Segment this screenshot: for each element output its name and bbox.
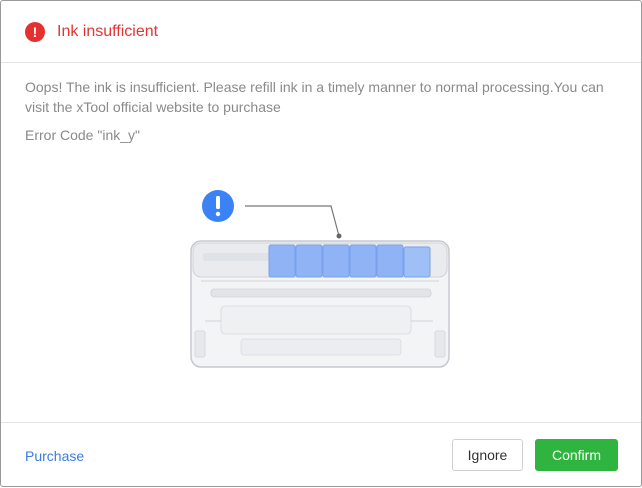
callout-line xyxy=(245,205,340,237)
error-icon: ! xyxy=(25,21,45,42)
error-code: Error Code "ink_y" xyxy=(25,127,140,143)
confirm-button[interactable]: Confirm xyxy=(535,439,618,471)
dialog-footer: Purchase Ignore Confirm xyxy=(1,422,641,488)
exclamation-icon xyxy=(202,190,234,222)
ink-insufficient-dialog: ! Ink insufficient Oops! The ink is insu… xyxy=(0,0,642,487)
ignore-button[interactable]: Ignore xyxy=(452,439,523,471)
purchase-link[interactable]: Purchase xyxy=(25,448,84,464)
dialog-title: Ink insufficient xyxy=(57,22,159,40)
error-message: Oops! The ink is insufficient. Please re… xyxy=(25,79,604,115)
dialog-header: ! Ink insufficient xyxy=(1,1,641,63)
ink-cartridges xyxy=(268,244,431,278)
printer-illustration xyxy=(190,190,450,368)
